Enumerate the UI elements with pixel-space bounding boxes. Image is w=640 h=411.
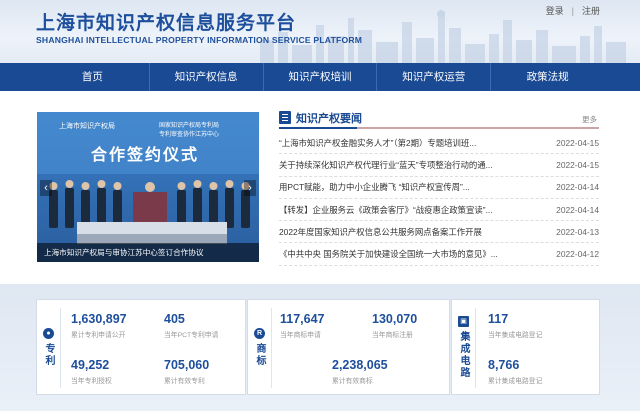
stat-trademark-valid[interactable]: 2,238,065 累计有效商标 (332, 358, 388, 385)
news-more-link[interactable]: 更多 (582, 114, 597, 125)
top-links: 登录 | 注册 (546, 4, 600, 17)
news-item-title[interactable]: 用PCT赋能，助力中小企业腾飞 “知识产权宣传周”... (279, 181, 519, 193)
news-item[interactable]: 《中共中央 国务院关于加快建设全国统一大市场的意见》... 2022-04-12 (279, 243, 599, 266)
news-item-date: 2022-04-13 (556, 226, 599, 237)
news-item-date: 2022-04-15 (556, 137, 599, 148)
stat-label: 当年PCT专利申请 (164, 332, 219, 339)
slide-heading: 合作签约仪式 (91, 145, 199, 164)
main-content: 上海市知识产权局 国家知识产权局专利局 专利审查协作江苏中心 合作签约仪式 ‹ … (0, 91, 640, 284)
news-item-date: 2022-04-14 (556, 182, 599, 193)
register-link[interactable]: 注册 (582, 4, 600, 17)
slide-org-right-1: 国家知识产权局专利局 (159, 121, 219, 129)
stat-label: 当年商标注册 (372, 332, 413, 339)
news-header: 知识产权要闻 更多 (279, 107, 599, 129)
news-item[interactable]: 2022年度国家知识产权信息公共服务网点备案工作开展 2022-04-13 (279, 221, 599, 244)
divider (475, 308, 476, 388)
nav-ip-operation[interactable]: 知识产权运营 (377, 63, 492, 91)
stat-label: 当年商标申请 (280, 332, 321, 339)
site-title: 上海市知识产权信息服务平台 (36, 13, 297, 34)
news-item-date: 2022-04-14 (556, 204, 599, 215)
chip-icon: ▣ (458, 315, 469, 327)
stat-patent-published[interactable]: 1,630,897 累计专利申请公开 (71, 312, 127, 339)
stat-value: 117 (488, 312, 509, 326)
stat-ic-total[interactable]: 8,766 累计集成电路登记 (488, 358, 542, 385)
patent-stats: ● 专利 1,630,897 累计专利申请公开 405 当年PCT专利申请 49… (36, 299, 246, 395)
login-link[interactable]: 登录 (546, 4, 564, 17)
news-item-date: 2022-04-12 (556, 249, 599, 260)
stat-trademark-applied[interactable]: 117,647 当年商标申请 (280, 312, 325, 339)
stat-patent-pct[interactable]: 405 当年PCT专利申请 (164, 312, 218, 339)
stat-value: 705,060 (164, 358, 210, 372)
nav-home[interactable]: 首页 (36, 63, 150, 91)
ic-stats: ▣ 集成电路 117 当年集成电路登记 8,766 累计集成电路登记 (451, 299, 600, 395)
divider (271, 308, 272, 388)
stat-patent-valid[interactable]: 705,060 累计有效专利 (164, 358, 209, 385)
news-list: “上海市知识产权金融实务人才”（第2期）专题培训班... 2022-04-15 关… (279, 132, 599, 266)
news-item-title[interactable]: 《中共中央 国务院关于加快建设全国统一大市场的意见》... (279, 248, 519, 260)
stat-value: 1,630,897 (71, 312, 127, 326)
news-panel: 知识产权要闻 更多 “上海市知识产权金融实务人才”（第2期）专题培训班... 20… (279, 107, 599, 266)
news-title: 知识产权要闻 (296, 113, 362, 125)
stat-label: 当年专利授权 (71, 378, 112, 385)
stat-value: 49,252 (71, 358, 110, 372)
news-item-title[interactable]: 【转发】企业服务云《政策会客厅》“战疫惠企政策宣读”... (279, 204, 519, 216)
link-separator: | (571, 5, 574, 16)
statistics-section: ● 专利 1,630,897 累计专利申请公开 405 当年PCT专利申请 49… (0, 284, 640, 411)
patent-label: 专利 (43, 342, 54, 367)
news-item[interactable]: “上海市知识产权金融实务人才”（第2期）专题培训班... 2022-04-15 (279, 132, 599, 155)
registered-trademark-icon: R (254, 327, 265, 339)
stat-label: 累计集成电路登记 (488, 378, 543, 385)
site-subtitle: SHANGHAI INTELLECTUAL PROPERTY INFORMATI… (36, 35, 363, 45)
site-header: 上海市知识产权信息服务平台 SHANGHAI INTELLECTUAL PROP… (0, 0, 640, 63)
person-icon: ● (43, 327, 54, 339)
stat-label: 当年集成电路登记 (488, 332, 543, 339)
slide-org-right-2: 专利审查协作江苏中心 (159, 130, 219, 138)
trademark-stats: R 商标 117,647 当年商标申请 130,070 当年商标注册 2,238… (247, 299, 450, 395)
stat-value: 2,238,065 (332, 358, 388, 372)
stat-value: 405 (164, 312, 185, 326)
nav-policy[interactable]: 政策法规 (491, 63, 604, 91)
ic-label: 集成电路 (458, 330, 469, 379)
stat-trademark-registered[interactable]: 130,070 当年商标注册 (372, 312, 417, 339)
stat-value: 8,766 (488, 358, 520, 372)
patent-category: ● 专利 (37, 300, 60, 394)
stat-label: 累计专利申请公开 (71, 332, 126, 339)
carousel-prev-icon[interactable]: ‹ (40, 180, 52, 196)
trademark-category: R 商标 (248, 300, 271, 394)
main-nav: 首页 知识产权信息 知识产权培训 知识产权运营 政策法规 (0, 63, 640, 91)
news-item[interactable]: 用PCT赋能，助力中小企业腾飞 “知识产权宣传周”... 2022-04-14 (279, 177, 599, 199)
stat-value: 117,647 (280, 312, 325, 326)
news-item[interactable]: 【转发】企业服务云《政策会客厅》“战疫惠企政策宣读”... 2022-04-14 (279, 199, 599, 222)
news-carousel[interactable]: 上海市知识产权局 国家知识产权局专利局 专利审查协作江苏中心 合作签约仪式 ‹ … (37, 112, 259, 262)
stat-patent-granted[interactable]: 49,252 当年专利授权 (71, 358, 112, 385)
stat-label: 累计有效商标 (332, 378, 373, 385)
nav-ip-info[interactable]: 知识产权信息 (150, 63, 264, 91)
stat-label: 累计有效专利 (164, 378, 205, 385)
ic-category: ▣ 集成电路 (452, 300, 475, 394)
news-item-date: 2022-04-15 (556, 159, 599, 170)
news-title-underline (279, 127, 357, 129)
stat-ic-year[interactable]: 117 当年集成电路登记 (488, 312, 542, 339)
nav-ip-training[interactable]: 知识产权培训 (264, 63, 378, 91)
carousel-next-icon[interactable]: › (244, 180, 256, 196)
carousel-caption[interactable]: 上海市知识产权局与审协江苏中心签订合作协议 (37, 243, 259, 262)
stat-value: 130,070 (372, 312, 418, 326)
trademark-label: 商标 (254, 342, 265, 367)
news-item-title[interactable]: 关于持续深化知识产权代理行业“蓝天”专项整治行动的通... (279, 159, 519, 171)
slide-org-left: 上海市知识产权局 (59, 121, 115, 130)
news-list-icon (279, 111, 291, 124)
news-item[interactable]: 关于持续深化知识产权代理行业“蓝天”专项整治行动的通... 2022-04-15 (279, 154, 599, 177)
news-item-title[interactable]: “上海市知识产权金融实务人才”（第2期）专题培训班... (279, 137, 519, 149)
divider (60, 308, 61, 388)
carousel-slide-image: 上海市知识产权局 国家知识产权局专利局 专利审查协作江苏中心 合作签约仪式 (37, 112, 259, 262)
news-item-title[interactable]: 2022年度国家知识产权信息公共服务网点备案工作开展 (279, 226, 519, 238)
